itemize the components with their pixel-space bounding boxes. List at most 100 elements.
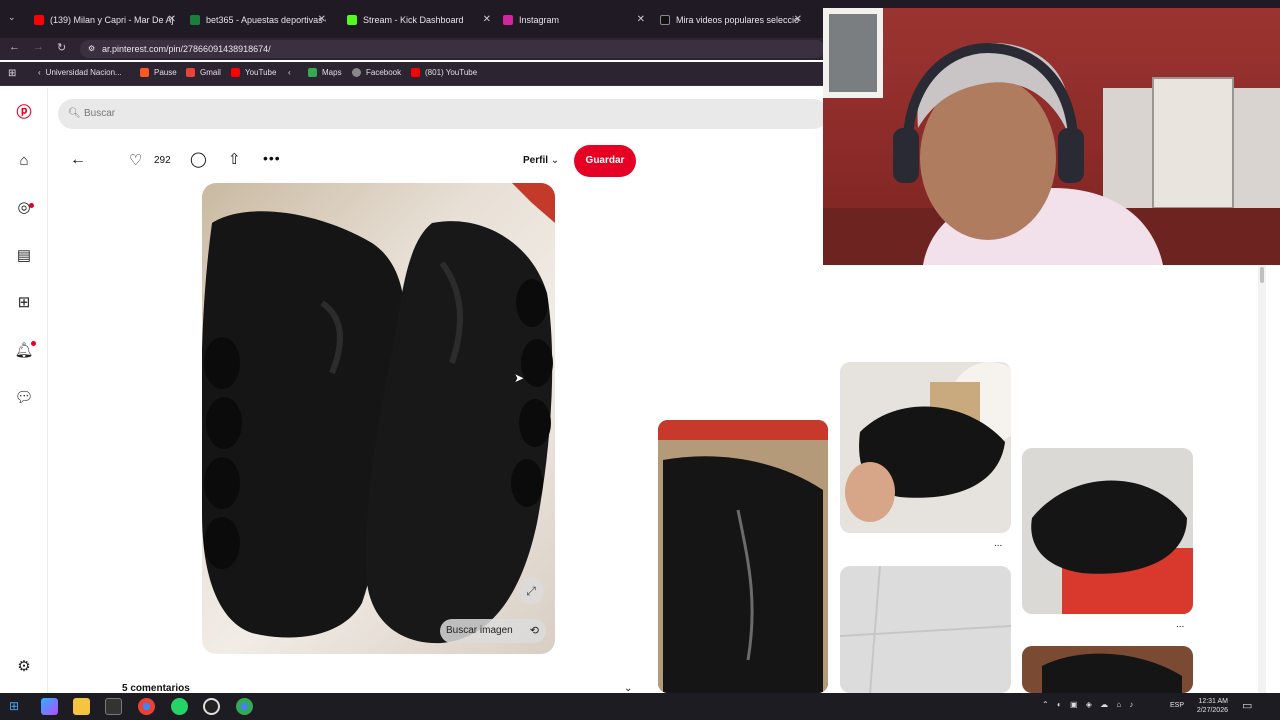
address-text: ar.pinterest.com/pin/27866091438918674/	[102, 44, 271, 54]
windows-start-icon[interactable]: ⊞	[9, 699, 19, 713]
related-pin-image	[840, 566, 1011, 693]
chevron-down-icon: ⌄	[550, 155, 560, 166]
tab-youtube[interactable]: (139) Milan y Capri - Mar De Aj ✕	[30, 8, 176, 32]
bookmark-label: Pause	[154, 68, 177, 77]
tab-instagram[interactable]: Instagram ✕	[499, 8, 645, 32]
maps-icon	[308, 68, 317, 77]
file-explorer-icon[interactable]	[73, 698, 90, 715]
bookmark-item[interactable]: Gmail	[186, 68, 221, 77]
bookmark-label: Facebook	[366, 68, 402, 77]
comment-icon[interactable]: ◯	[190, 150, 207, 168]
close-icon[interactable]: ✕	[483, 14, 491, 25]
visual-search-icon: ⟲	[529, 625, 539, 637]
explore-icon[interactable]: ◎	[14, 198, 34, 218]
scrollbar-thumb[interactable]	[1260, 267, 1264, 283]
tab-bet365[interactable]: bet365 - Apuestas deportivas e ✕	[186, 8, 326, 32]
gmail-icon	[186, 68, 195, 77]
create-icon[interactable]: ⊞	[14, 293, 34, 313]
instagram-favicon-icon	[503, 15, 513, 25]
page-scrollbar[interactable]	[1258, 265, 1266, 693]
back-arrow-icon[interactable]: ←	[70, 151, 86, 169]
youtube-favicon-icon	[34, 15, 44, 25]
os-taskbar: ⊞ ⌃ ◐ ▣ ◈ ☁ ⌂ ♪ ESP 12:31 AM 2/27/2026 ▭	[0, 693, 1280, 720]
related-pin[interactable]	[840, 566, 1011, 693]
settings-gear-icon[interactable]: ⚙	[14, 657, 34, 677]
close-icon[interactable]: ✕	[794, 14, 802, 25]
pinterest-sidebar: ⓟ ⌂ ◎ ▤ ⊞ 🔔︎ 💬︎ ⚙	[0, 88, 48, 693]
bookmark-label: Gmail	[200, 68, 221, 77]
tab-title: bet365 - Apuestas deportivas e	[206, 15, 326, 25]
pin-image[interactable]	[202, 183, 555, 654]
bookmark-favicon-icon	[140, 68, 149, 77]
copilot-icon[interactable]	[41, 698, 58, 715]
home-icon[interactable]: ⌂	[14, 151, 34, 171]
obs-icon[interactable]	[203, 698, 220, 715]
related-pin-image	[1042, 653, 1182, 693]
clock-time: 12:31 AM	[1198, 698, 1228, 705]
address-bar[interactable]: ⚙ ar.pinterest.com/pin/27866091438918674…	[80, 40, 825, 58]
bookmark-item[interactable]: Pause	[140, 68, 177, 77]
tab-title: Instagram	[519, 15, 560, 25]
notification-dot	[29, 203, 34, 208]
search-icon: 🔍︎	[68, 108, 81, 119]
reload-icon[interactable]: ↻	[57, 41, 66, 54]
related-pin-image	[845, 362, 1011, 522]
heart-icon[interactable]: ♡	[129, 151, 142, 169]
chrome-icon[interactable]	[236, 698, 253, 715]
bookmark-label: (801) YouTube	[425, 68, 478, 77]
back-icon[interactable]: ←	[9, 41, 20, 53]
tab-search-icon[interactable]: ⌄	[8, 12, 16, 23]
app-icon[interactable]	[105, 698, 122, 715]
tray-icons[interactable]: ⌃ ◐ ▣ ◈ ☁ ⌂ ♪	[1042, 700, 1136, 709]
related-pin[interactable]	[840, 362, 1011, 533]
language-indicator[interactable]: ESP	[1170, 702, 1184, 709]
webcam-overlay	[823, 8, 1280, 265]
expand-icon[interactable]: ⤢	[518, 578, 544, 604]
tab-title: Stream - Kick Dashboard	[363, 15, 464, 25]
profile-dropdown[interactable]: Perfil ⌄	[523, 155, 559, 166]
bookmark-item[interactable]: ‹ Universidad Nacion...	[38, 68, 122, 77]
visual-search-button[interactable]: Buscar imagen ⟲	[440, 619, 546, 643]
chrome-icon[interactable]	[138, 698, 155, 715]
bookmark-label: Maps	[322, 68, 342, 77]
back-chevron-icon[interactable]: ‹	[288, 68, 291, 77]
visual-search-label: Buscar imagen	[446, 625, 513, 636]
search-placeholder: Buscar	[84, 108, 116, 119]
pinterest-logo-icon[interactable]: ⓟ	[14, 103, 34, 123]
bookmark-item[interactable]: YouTube	[231, 68, 276, 77]
apps-grid-icon[interactable]: ⊞	[8, 68, 16, 79]
more-options-icon[interactable]: ...	[994, 538, 1002, 549]
related-pin[interactable]	[658, 420, 828, 693]
system-clock[interactable]: 12:31 AM 2/27/2026	[1197, 697, 1228, 715]
more-options-icon[interactable]: ...	[1176, 619, 1184, 630]
whatsapp-icon[interactable]	[171, 698, 188, 715]
profile-label: Perfil	[523, 155, 549, 166]
bookmark-label: Universidad Nacion...	[45, 68, 122, 77]
kick-favicon-icon	[347, 15, 357, 25]
clock-date: 2/27/2026	[1196, 707, 1228, 714]
share-icon[interactable]: ⇧	[228, 150, 241, 168]
site-info-icon[interactable]: ⚙	[88, 40, 95, 58]
close-icon[interactable]: ✕	[318, 14, 326, 25]
more-options-icon[interactable]: •••	[263, 150, 281, 166]
tab-tiktok[interactable]: Mira videos populares seleccio ✕	[656, 8, 802, 32]
close-icon[interactable]: ✕	[637, 14, 645, 25]
related-pin-image	[1031, 480, 1193, 614]
save-button[interactable]: Guardar	[574, 145, 636, 177]
related-pin[interactable]	[1022, 646, 1193, 693]
messages-icon[interactable]: 💬︎	[14, 388, 34, 408]
close-icon[interactable]: ✕	[168, 14, 176, 25]
tab-kick[interactable]: Stream - Kick Dashboard ✕	[343, 8, 491, 32]
bookmark-item[interactable]: Maps	[308, 68, 342, 77]
notification-center-icon[interactable]: ▭	[1242, 699, 1252, 712]
streamer-webcam-image	[823, 8, 1280, 265]
search-input[interactable]: 🔍︎ Buscar	[58, 99, 828, 129]
globe-icon	[352, 68, 361, 77]
boards-icon[interactable]: ▤	[14, 246, 34, 266]
youtube-icon	[231, 68, 240, 77]
bookmark-item[interactable]: Facebook	[352, 68, 401, 77]
like-count: 292	[154, 155, 171, 166]
forward-icon[interactable]: →	[33, 41, 44, 53]
bookmark-item[interactable]: (801) YouTube	[411, 68, 477, 77]
related-pin[interactable]	[1022, 448, 1193, 614]
